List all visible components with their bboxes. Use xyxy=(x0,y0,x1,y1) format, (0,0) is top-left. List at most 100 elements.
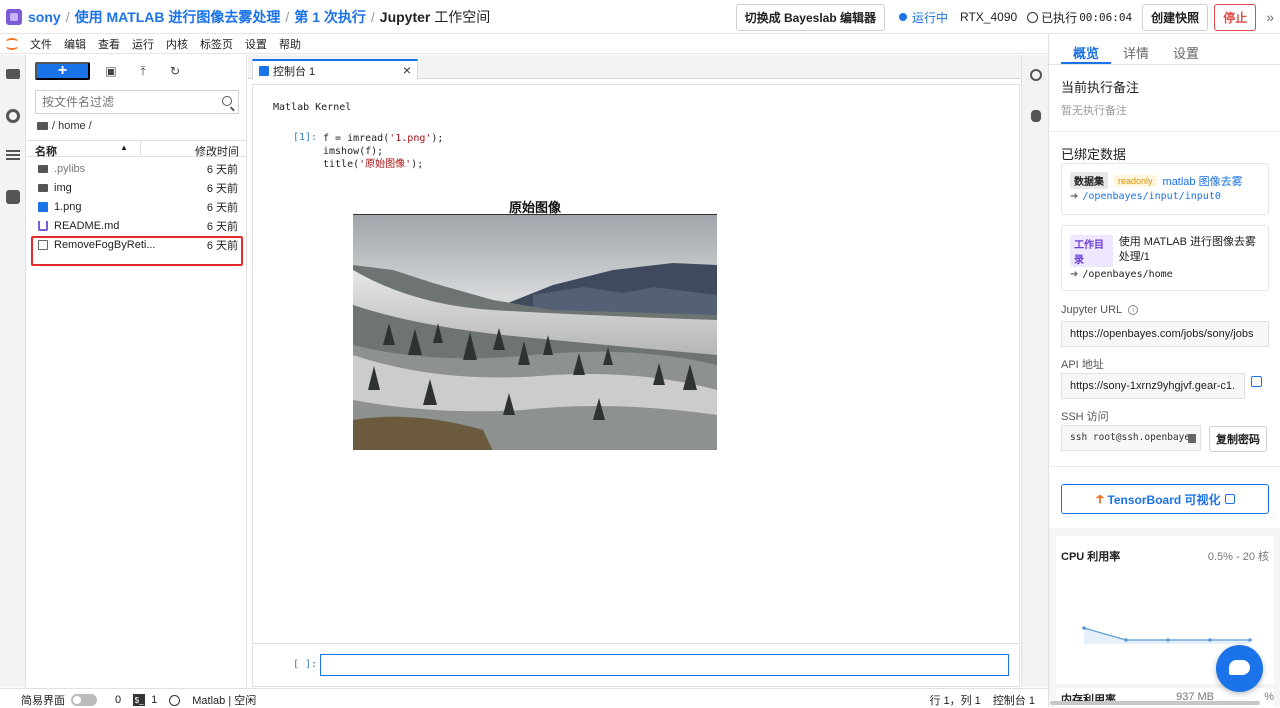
tab-overview[interactable]: 概览 xyxy=(1073,43,1099,62)
code-text: f = imread( xyxy=(323,133,390,144)
markdown-file-icon xyxy=(38,220,48,231)
column-name-header[interactable]: 名称 xyxy=(35,143,57,159)
horizontal-scrollbar[interactable] xyxy=(1050,701,1260,705)
status-dot-icon xyxy=(899,13,907,21)
extensions-puzzle-icon[interactable] xyxy=(6,190,20,204)
jupyter-url-field[interactable]: https://openbayes.com/jobs/sony/jobs xyxy=(1061,321,1269,347)
close-tab-icon[interactable]: × xyxy=(403,62,411,78)
tensorboard-button[interactable]: TensorBoard 可视化 xyxy=(1061,484,1269,514)
app-logo-icon xyxy=(6,8,22,25)
jupyter-url-label: Jupyter URL i xyxy=(1061,304,1139,316)
menu-edit[interactable]: 编辑 xyxy=(64,36,86,52)
file-modified: 6 天前 xyxy=(206,163,238,176)
switch-editor-button[interactable]: 切换成 Bayeslab 编辑器 xyxy=(735,3,885,31)
tab-details[interactable]: 详情 xyxy=(1123,43,1149,62)
folder-icon xyxy=(38,183,48,192)
sparkline-point xyxy=(1124,638,1128,642)
kernel-count[interactable]: 0 xyxy=(115,694,121,706)
simple-mode-toggle[interactable] xyxy=(71,694,97,706)
code-text: title( xyxy=(323,159,360,170)
file-row[interactable]: .pylibs 6 天前 xyxy=(27,159,247,178)
menu-file[interactable]: 文件 xyxy=(30,36,52,52)
menu-bar: 文件 编辑 查看 运行 内核 标签页 设置 帮助 xyxy=(0,34,1048,54)
ssh-command-field[interactable]: ssh root@ssh.openbayes xyxy=(1061,425,1201,451)
run-status: 运行中 xyxy=(899,9,948,26)
dataset-link[interactable]: matlab 图像去雾 xyxy=(1163,173,1243,189)
tab-settings[interactable]: 设置 xyxy=(1173,43,1199,62)
create-snapshot-button[interactable]: 创建快照 xyxy=(1142,3,1209,31)
file-row[interactable]: 1.png 6 天前 xyxy=(27,197,247,216)
open-external-icon[interactable] xyxy=(1251,376,1262,387)
code-text: ); xyxy=(431,133,444,144)
file-filter-search xyxy=(35,90,239,114)
tab-console-1[interactable]: 控制台 1 × xyxy=(252,59,418,80)
cpu-usage-value: 0.5% - 20 核 xyxy=(1207,551,1269,563)
file-row[interactable]: img 6 天前 xyxy=(27,178,247,197)
left-activity-bar xyxy=(0,55,26,687)
copy-password-button[interactable]: 复制密码 xyxy=(1209,426,1267,452)
file-name: README.md xyxy=(54,219,120,232)
console-input-field[interactable] xyxy=(320,654,1009,676)
debugger-bug-icon[interactable] xyxy=(1031,110,1041,122)
menu-help[interactable]: 帮助 xyxy=(279,36,301,52)
tab-label: 控制台 1 xyxy=(273,65,316,78)
open-external-icon xyxy=(1224,494,1235,504)
property-inspector-gear-icon[interactable] xyxy=(1030,69,1042,81)
collapse-panel-icon[interactable]: » xyxy=(1266,9,1274,25)
simple-mode-label: 简易界面 xyxy=(21,695,65,707)
kernel-status[interactable]: Matlab | 空闲 xyxy=(192,692,256,708)
chat-support-icon[interactable] xyxy=(1216,645,1263,692)
upload-icon[interactable]: ⤒ xyxy=(132,62,154,80)
arrow-right-icon: ➜ xyxy=(1070,269,1079,280)
breadcrumb-user[interactable]: sony xyxy=(28,9,61,25)
running-sessions-icon[interactable] xyxy=(6,109,20,123)
table-of-contents-icon[interactable] xyxy=(6,150,20,160)
breadcrumb-run[interactable]: 第 1 次执行 xyxy=(294,7,366,27)
console-output-area: Matlab Kernel [1]: f = imread('1.png'); … xyxy=(252,84,1020,644)
file-row[interactable]: README.md 6 天前 xyxy=(27,216,247,235)
sparkline-point xyxy=(1082,626,1086,630)
menu-view[interactable]: 查看 xyxy=(98,36,120,52)
code-cell[interactable]: f = imread('1.png'); imshow(f); title('原… xyxy=(323,132,443,171)
active-console-name: 控制台 1 xyxy=(992,695,1035,707)
elapsed-time: 00:06:04 xyxy=(1079,10,1133,24)
section-divider xyxy=(1049,131,1280,132)
cursor-position[interactable]: 行 1，列 1 xyxy=(929,692,980,708)
copy-icon[interactable] xyxy=(1188,434,1196,443)
api-url-field[interactable]: https://sony-1xrnz9yhgjvf.gear-c1. xyxy=(1061,373,1245,399)
top-bar: sony / 使用 MATLAB 进行图像去雾处理 / 第 1 次执行 / Ju… xyxy=(0,0,1280,34)
globe-icon[interactable] xyxy=(169,694,181,706)
dataset-mount-path[interactable]: /openbayes/input/input0 xyxy=(1082,191,1220,202)
tensorboard-logo-icon xyxy=(1095,494,1105,504)
info-icon[interactable]: i xyxy=(1128,305,1139,315)
menu-settings[interactable]: 设置 xyxy=(245,36,267,52)
refresh-icon[interactable]: ↻ xyxy=(164,62,186,80)
sort-ascending-icon[interactable]: ▲ xyxy=(120,143,128,152)
menu-tabs[interactable]: 标签页 xyxy=(200,36,233,52)
arrow-right-icon: ➜ xyxy=(1070,191,1079,202)
menu-kernel[interactable]: 内核 xyxy=(166,36,188,52)
folder-icon xyxy=(38,164,48,173)
column-modified-header[interactable]: 修改时间 xyxy=(195,143,239,159)
column-divider[interactable] xyxy=(140,141,141,156)
execution-note-empty: 暂无执行备注 xyxy=(1061,105,1127,117)
breadcrumb-project[interactable]: 使用 MATLAB 进行图像去雾处理 xyxy=(75,7,281,27)
path-text[interactable]: / home / xyxy=(52,120,92,132)
cpu-usage-sparkline xyxy=(1082,626,1252,644)
code-string: '原始图像' xyxy=(359,159,412,170)
terminal-count[interactable]: $_ 1 xyxy=(133,694,157,706)
sparkline-point xyxy=(1248,638,1252,642)
stop-button[interactable]: 停止 xyxy=(1214,3,1257,31)
current-path: / home / xyxy=(37,120,92,132)
new-folder-icon[interactable]: ▣ xyxy=(100,62,122,80)
elapsed-label: 已执行 xyxy=(1041,10,1078,25)
workspace-rest: 工作空间 xyxy=(430,8,491,25)
path-folder-icon[interactable] xyxy=(37,122,48,130)
file-browser-toolbar: + ▣ ⤒ ↻ xyxy=(35,62,196,80)
file-filter-input[interactable] xyxy=(36,91,211,113)
jupyter-url-label-text: Jupyter URL xyxy=(1061,304,1123,316)
new-launcher-button[interactable]: + xyxy=(35,62,90,80)
menu-run[interactable]: 运行 xyxy=(132,36,154,52)
code-text: imshow(f); xyxy=(323,146,384,157)
file-browser-folder-icon[interactable] xyxy=(6,69,20,79)
